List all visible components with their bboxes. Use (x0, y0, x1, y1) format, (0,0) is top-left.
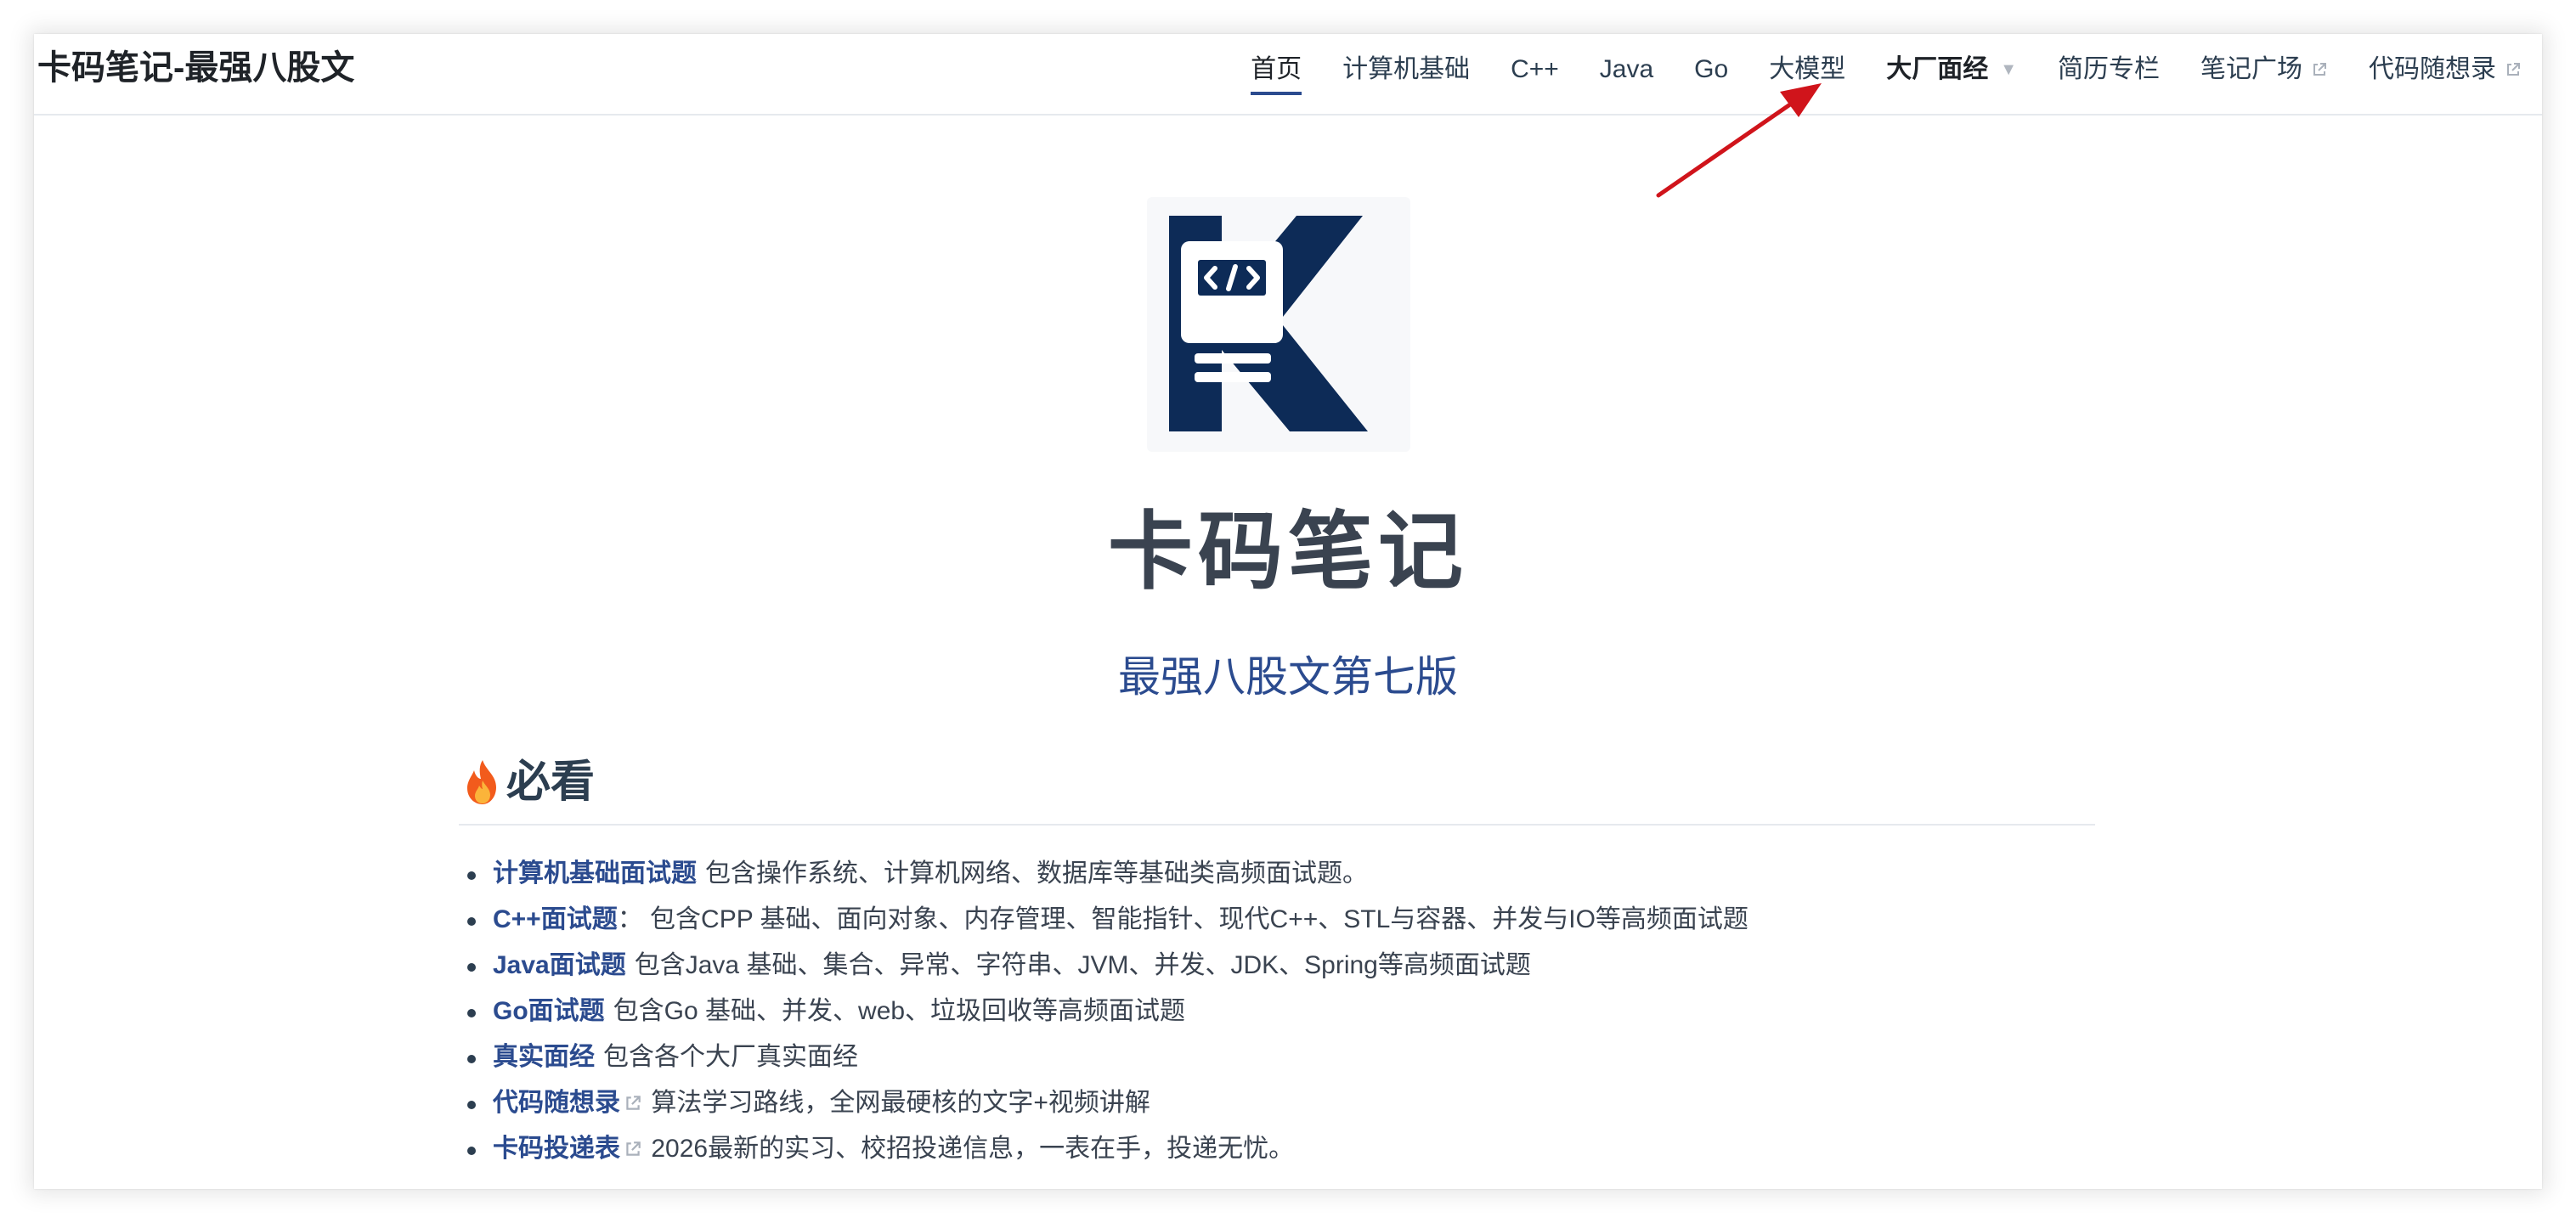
list-item-desc: 2026最新的实习、校招投递信息，一表在手，投递无忧。 (651, 1135, 1295, 1163)
list-item-desc: 包含Java 基础、集合、异常、字符串、JVM、并发、JDK、Spring等高频… (634, 951, 1531, 979)
real-interviews-link[interactable]: 真实面经 (493, 1043, 595, 1071)
nav-item-code-random-thoughts[interactable]: 代码随想录 (2369, 48, 2522, 92)
list-item: 卡码投递表 2026最新的实习、校招投递信息，一表在手，投递无忧。 (459, 1126, 2095, 1172)
kama-k-code-logo-icon (1169, 216, 1368, 431)
list-item: 代码随想录 算法学习路线，全网最硬核的文字+视频讲解 (459, 1080, 2095, 1126)
list-item: Java面试题 包含Java 基础、集合、异常、字符串、JVM、并发、JDK、Sp… (459, 943, 2095, 989)
nav-item-java[interactable]: Java (1600, 48, 1653, 92)
list-item-desc: 包含Go 基础、并发、web、垃圾回收等高频面试题 (613, 997, 1186, 1025)
nav-item-label: Go (1694, 55, 1729, 83)
java-link[interactable]: Java面试题 (493, 951, 626, 979)
cpp-link[interactable]: C++面试题 (493, 905, 618, 933)
nav-item-notes-square[interactable]: 笔记广场 (2200, 48, 2328, 92)
kama-delivery-table-link[interactable]: 卡码投递表 (493, 1135, 620, 1163)
list-item: Go面试题 包含Go 基础、并发、web、垃圾回收等高频面试题 (459, 989, 2095, 1034)
nav-item-label: 大厂面经 (1886, 55, 1989, 83)
nav-item-label: 大模型 (1769, 55, 1846, 83)
nav-item-label: 简历专栏 (2058, 55, 2160, 83)
nav-item-resume[interactable]: 简历专栏 (2058, 48, 2160, 92)
nav-item-label: 首页 (1251, 55, 1302, 83)
dropdown-caret-icon: ▼ (2000, 60, 2017, 79)
nav-item-interviews-dropdown[interactable]: 大厂面经 ▼ (1886, 48, 2017, 92)
nav-item-label: 笔记广场 (2200, 55, 2302, 83)
nav-item-home[interactable]: 首页 (1251, 48, 1302, 95)
site-title[interactable]: 卡码笔记-最强八股文 (37, 48, 354, 88)
list-item: C++面试题： 包含CPP 基础、面向对象、内存管理、智能指针、现代C++、ST… (459, 897, 2095, 943)
external-link-icon (626, 1096, 641, 1110)
must-read-section: 必看 计算机基础面试题 包含操作系统、计算机网络、数据库等基础类高频面试题。 C+… (459, 752, 2095, 1172)
external-link-icon (2313, 63, 2326, 76)
browser-page: 卡码笔记-最强八股文 首页 计算机基础 C++ Java Go 大模型 大厂面经 (34, 34, 2542, 1189)
nav-item-cs-basics[interactable]: 计算机基础 (1342, 48, 1470, 92)
list-item-desc: ： 包含CPP 基础、面向对象、内存管理、智能指针、现代C++、STL与容器、并… (617, 905, 1748, 933)
hero-logo (1147, 197, 1410, 452)
nav-item-label: C++ (1511, 55, 1559, 83)
nav-item-label: 代码随想录 (2369, 55, 2496, 83)
nav-item-label: Java (1599, 55, 1654, 83)
top-navbar: 卡码笔记-最强八股文 首页 计算机基础 C++ Java Go 大模型 大厂面经 (34, 34, 2542, 116)
hero-tagline: 最强八股文第七版 (1118, 653, 1458, 701)
code-random-thoughts-link[interactable]: 代码随想录 (493, 1089, 620, 1117)
nav-links: 首页 计算机基础 C++ Java Go 大模型 大厂面经 ▼ 简历专栏 笔记广… (1251, 46, 2522, 95)
list-item-desc: 算法学习路线，全网最硬核的文字+视频讲解 (651, 1089, 1150, 1117)
nav-item-llm[interactable]: 大模型 (1769, 48, 1845, 92)
nav-item-go[interactable]: Go (1694, 48, 1728, 92)
list-item: 计算机基础面试题 包含操作系统、计算机网络、数据库等基础类高频面试题。 (459, 851, 2095, 897)
list-item: 真实面经 包含各个大厂真实面经 (459, 1034, 2095, 1080)
hero-title: 卡码笔记 (1108, 504, 1468, 600)
go-link[interactable]: Go面试题 (493, 997, 605, 1025)
list-item-desc: 包含操作系统、计算机网络、数据库等基础类高频面试题。 (705, 859, 1368, 888)
must-read-list: 计算机基础面试题 包含操作系统、计算机网络、数据库等基础类高频面试题。 C++面试… (459, 851, 2095, 1172)
external-link-icon (626, 1141, 641, 1156)
external-link-icon (2507, 63, 2520, 76)
fire-emoji-icon (467, 760, 496, 804)
section-heading-text: 必看 (506, 758, 596, 807)
cs-basics-link[interactable]: 计算机基础面试题 (493, 859, 697, 888)
list-item-desc: 包含各个大厂真实面经 (603, 1043, 858, 1071)
nav-item-cpp[interactable]: C++ (1511, 48, 1559, 92)
section-heading: 必看 (459, 752, 2095, 826)
nav-item-label: 计算机基础 (1342, 55, 1471, 83)
